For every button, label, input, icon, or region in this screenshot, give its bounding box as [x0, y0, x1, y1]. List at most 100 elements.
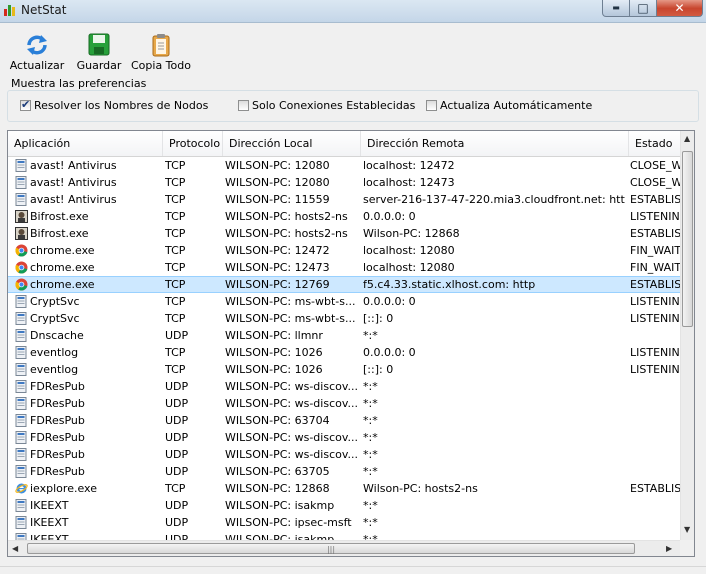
application-name: iexplore.exe	[30, 482, 97, 495]
cell-local-address: WILSON-PC: ws-discov...	[225, 397, 357, 410]
application-name: chrome.exe	[30, 244, 95, 257]
cell-remote-address: localhost: 12080	[363, 244, 455, 257]
scroll-right-icon[interactable]: ▶	[666, 544, 672, 553]
column-header-application[interactable]: Aplicación	[8, 131, 163, 156]
minimize-button[interactable]: ▬	[602, 0, 630, 17]
table-row[interactable]: Bifrost.exe TCP WILSON-PC: hosts2-ns 0.0.0.…	[8, 208, 680, 225]
table-row[interactable]: chrome.exe TCP WILSON-PC: 12473 localhost: …	[8, 259, 680, 276]
scrollbar-corner	[680, 540, 694, 556]
cell-application: FDResPub	[15, 378, 163, 395]
maximize-button[interactable]: □	[629, 0, 657, 17]
toolbar: Actualizar Guardar Copia Todo	[0, 23, 706, 75]
scroll-up-icon[interactable]: ▲	[684, 134, 690, 143]
cell-protocol: UDP	[165, 465, 189, 478]
table-row[interactable]: chrome.exe TCP WILSON-PC: 12472 localhost: …	[8, 242, 680, 259]
column-header-local-address[interactable]: Dirección Local	[223, 131, 361, 156]
refresh-button[interactable]: Actualizar	[8, 33, 66, 72]
connections-list[interactable]: Aplicación Protocolo Dirección Local Dir…	[7, 130, 695, 557]
cell-protocol: UDP	[165, 499, 189, 512]
application-name: FDResPub	[30, 465, 85, 478]
cell-application: chrome.exe	[15, 242, 163, 259]
cell-protocol: TCP	[165, 278, 186, 291]
cell-application: avast! Antivirus	[15, 174, 163, 191]
table-row[interactable]: Bifrost.exe TCP WILSON-PC: hosts2-ns Wilson…	[8, 225, 680, 242]
cell-application: FDResPub	[15, 463, 163, 480]
application-name: CryptSvc	[30, 295, 80, 308]
list-rows: avast! Antivirus TCP WILSON-PC: 12080 local…	[8, 157, 680, 548]
application-name: FDResPub	[30, 448, 85, 461]
cell-application: avast! Antivirus	[15, 157, 163, 174]
cell-local-address: WILSON-PC: llmnr	[225, 329, 323, 342]
column-header-protocol[interactable]: Protocolo	[163, 131, 223, 156]
save-button[interactable]: Guardar	[74, 33, 124, 72]
table-row[interactable]: avast! Antivirus TCP WILSON-PC: 11559 serve…	[8, 191, 680, 208]
table-row[interactable]: eventlog TCP WILSON-PC: 1026 [::]: 0 LISTENI…	[8, 361, 680, 378]
scroll-left-icon[interactable]: ◀	[12, 544, 18, 553]
vertical-scroll-thumb[interactable]	[682, 151, 693, 327]
vertical-scrollbar[interactable]: ▲ ▼	[680, 131, 694, 540]
cell-application: chrome.exe	[15, 259, 163, 276]
status-bar	[0, 566, 706, 574]
save-icon	[88, 33, 110, 56]
cell-local-address: WILSON-PC: 12473	[225, 261, 330, 274]
copy-all-button[interactable]: Copia Todo	[130, 33, 192, 72]
table-row[interactable]: iexplore.exe TCP WILSON-PC: 12868 Wilson-PC…	[8, 480, 680, 497]
cell-state: LISTENING	[630, 210, 680, 223]
cell-remote-address: *:*	[363, 448, 378, 461]
cell-local-address: WILSON-PC: 11559	[225, 193, 330, 206]
scroll-down-icon[interactable]: ▼	[684, 525, 690, 534]
checkbox-box[interactable]: ✔	[20, 98, 31, 111]
table-row[interactable]: FDResPub UDP WILSON-PC: ws-discov... *:*	[8, 429, 680, 446]
table-row[interactable]: CryptSvc TCP WILSON-PC: ms-wbt-s... 0.0.0.0…	[8, 293, 680, 310]
table-row[interactable]: FDResPub UDP WILSON-PC: ws-discov... *:*	[8, 446, 680, 463]
table-row[interactable]: avast! Antivirus TCP WILSON-PC: 12080 local…	[8, 157, 680, 174]
table-row[interactable]: FDResPub UDP WILSON-PC: 63705 *:*	[8, 463, 680, 480]
application-name: eventlog	[30, 346, 79, 359]
table-row[interactable]: FDResPub UDP WILSON-PC: ws-discov... *:*	[8, 395, 680, 412]
checkbox-box[interactable]	[426, 100, 437, 111]
table-row[interactable]: avast! Antivirus TCP WILSON-PC: 12080 local…	[8, 174, 680, 191]
established-only-checkbox[interactable]: Solo Conexiones Establecidas	[238, 99, 415, 112]
cell-remote-address: 0.0.0.0: 0	[363, 295, 416, 308]
table-row[interactable]: Dnscache UDP WILSON-PC: llmnr *:*	[8, 327, 680, 344]
service-icon	[15, 363, 28, 376]
chrome-icon	[15, 261, 28, 274]
horizontal-scroll-thumb[interactable]: |||	[27, 543, 635, 554]
auto-refresh-checkbox[interactable]: Actualiza Automáticamente	[426, 99, 592, 112]
column-header-state[interactable]: Estado	[629, 131, 680, 156]
service-icon	[15, 516, 28, 529]
table-row[interactable]: chrome.exe TCP WILSON-PC: 12769 f5.c4.33.st…	[8, 276, 680, 293]
cell-state: ESTABLISHED	[630, 227, 680, 240]
cell-local-address: WILSON-PC: ws-discov...	[225, 380, 357, 393]
application-name: chrome.exe	[30, 278, 95, 291]
cell-application: IKEEXT	[15, 497, 163, 514]
cell-remote-address: *:*	[363, 499, 378, 512]
table-row[interactable]: CryptSvc TCP WILSON-PC: ms-wbt-s... [::]: 0…	[8, 310, 680, 327]
table-row[interactable]: IKEEXT UDP WILSON-PC: ipsec-msft *:*	[8, 514, 680, 531]
close-icon: ✕	[674, 0, 685, 15]
cell-local-address: WILSON-PC: ms-wbt-s...	[225, 312, 356, 325]
service-icon	[15, 499, 28, 512]
horizontal-scrollbar[interactable]: ◀ ||| ▶	[8, 540, 680, 556]
table-row[interactable]: FDResPub UDP WILSON-PC: 63704 *:*	[8, 412, 680, 429]
cell-remote-address: *:*	[363, 380, 378, 393]
application-name: Bifrost.exe	[30, 227, 89, 240]
table-row[interactable]: eventlog TCP WILSON-PC: 1026 0.0.0.0: 0 LIST…	[8, 344, 680, 361]
list-header: Aplicación Protocolo Dirección Local Dir…	[8, 131, 680, 157]
cell-protocol: TCP	[165, 363, 186, 376]
cell-protocol: TCP	[165, 176, 186, 189]
cell-remote-address: [::]: 0	[363, 312, 394, 325]
column-header-remote-address[interactable]: Dirección Remota	[361, 131, 629, 156]
resolve-hostnames-checkbox[interactable]: ✔ Resolver los Nombres de Nodos	[20, 98, 208, 112]
application-name: avast! Antivirus	[30, 193, 117, 206]
title-bar[interactable]: NetStat ▬ □ ✕	[0, 0, 706, 23]
table-row[interactable]: IKEEXT UDP WILSON-PC: isakmp *:*	[8, 497, 680, 514]
cell-application: Bifrost.exe	[15, 208, 163, 225]
service-icon	[15, 346, 28, 359]
table-row[interactable]: FDResPub UDP WILSON-PC: ws-discov... *:*	[8, 378, 680, 395]
cell-application: eventlog	[15, 361, 163, 378]
checkbox-box[interactable]	[238, 100, 249, 111]
service-icon	[15, 329, 28, 342]
established-only-label: Solo Conexiones Establecidas	[252, 99, 416, 112]
close-button[interactable]: ✕	[656, 0, 703, 17]
